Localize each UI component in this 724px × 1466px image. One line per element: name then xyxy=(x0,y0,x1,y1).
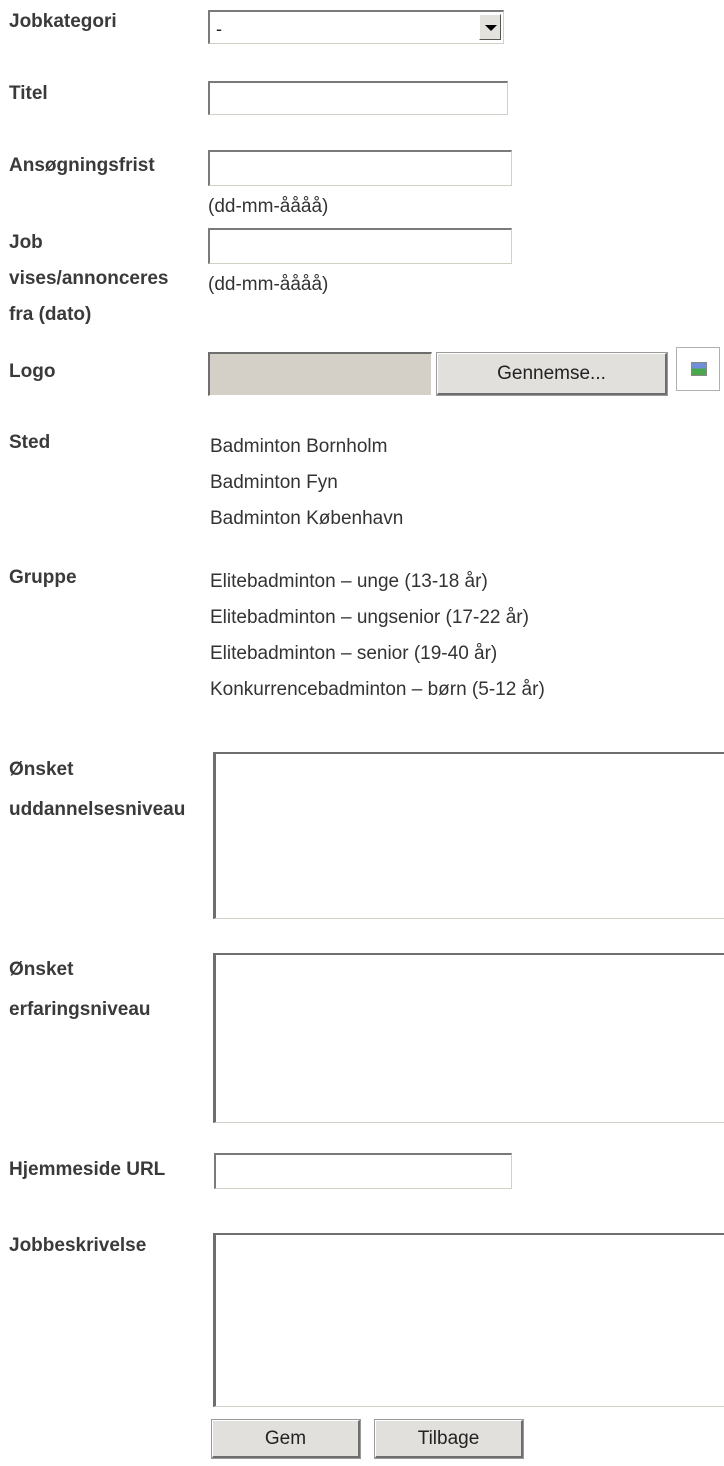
uddannelsesniveau-textarea[interactable] xyxy=(213,752,724,919)
jobkategori-select[interactable]: - xyxy=(208,10,504,44)
image-placeholder-glyph xyxy=(691,362,707,376)
sted-option[interactable]: Badminton Fyn xyxy=(210,465,630,501)
erfaringsniveau-label-line: erfaringsniveau xyxy=(9,999,151,1020)
vises-fra-label-line: fra (dato) xyxy=(9,304,92,325)
erfaringsniveau-label-line: Ønsket xyxy=(9,959,74,980)
hjemmeside-url-input[interactable] xyxy=(214,1153,512,1189)
erfaringsniveau-label: Ønsket erfaringsniveau xyxy=(9,950,151,1030)
image-placeholder-icon xyxy=(676,347,720,391)
uddannelsesniveau-label-line: Ønsket xyxy=(9,759,74,780)
sted-option[interactable]: Badminton Bornholm xyxy=(210,429,630,465)
gruppe-option[interactable]: Elitebadminton – senior (19-40 år) xyxy=(210,636,690,672)
ansoegningsfrist-input[interactable] xyxy=(208,150,512,186)
gruppe-option[interactable]: Elitebadminton – unge (13-18 år) xyxy=(210,564,690,600)
ansoegningsfrist-label: Ansøgningsfrist xyxy=(9,155,155,176)
sted-option[interactable]: Badminton København xyxy=(210,501,630,527)
back-button[interactable]: Tilbage xyxy=(374,1419,524,1459)
logo-label: Logo xyxy=(9,361,56,382)
gruppe-label: Gruppe xyxy=(9,567,77,588)
browse-button[interactable]: Gennemse... xyxy=(436,352,668,396)
gruppe-option[interactable]: Konkurrencebadminton – børn (5-12 år) xyxy=(210,672,690,706)
vises-fra-input[interactable] xyxy=(208,228,512,264)
titel-label: Titel xyxy=(9,83,48,104)
jobkategori-label: Jobkategori xyxy=(9,11,117,32)
sted-listbox[interactable]: Badminton Bornholm Badminton Fyn Badmint… xyxy=(210,429,630,527)
uddannelsesniveau-label-line: uddannelsesniveau xyxy=(9,799,186,820)
gruppe-listbox[interactable]: Elitebadminton – unge (13-18 år) Eliteba… xyxy=(210,564,690,706)
titel-input[interactable] xyxy=(208,81,508,115)
jobkategori-selected-value: - xyxy=(216,19,222,39)
uddannelsesniveau-label: Ønsket uddannelsesniveau xyxy=(9,750,217,830)
chevron-down-icon[interactable] xyxy=(479,14,501,40)
save-button[interactable]: Gem xyxy=(211,1419,361,1459)
vises-fra-label-line: vises/annonceres xyxy=(9,268,169,289)
logo-file-path-field[interactable] xyxy=(208,352,432,396)
erfaringsniveau-textarea[interactable] xyxy=(213,953,724,1123)
sted-label: Sted xyxy=(9,432,51,453)
jobbeskrivelse-textarea[interactable] xyxy=(213,1233,724,1407)
vises-fra-label: Job vises/annonceres fra (dato) xyxy=(9,225,168,333)
hjemmeside-url-label: Hjemmeside URL xyxy=(9,1159,166,1180)
gruppe-option[interactable]: Elitebadminton – ungsenior (17-22 år) xyxy=(210,600,690,636)
jobbeskrivelse-label: Jobbeskrivelse xyxy=(9,1235,147,1256)
ansoegningsfrist-format-hint: (dd-mm-åååå) xyxy=(208,196,329,217)
vises-fra-label-line: Job xyxy=(9,232,43,253)
vises-fra-format-hint: (dd-mm-åååå) xyxy=(208,274,329,295)
